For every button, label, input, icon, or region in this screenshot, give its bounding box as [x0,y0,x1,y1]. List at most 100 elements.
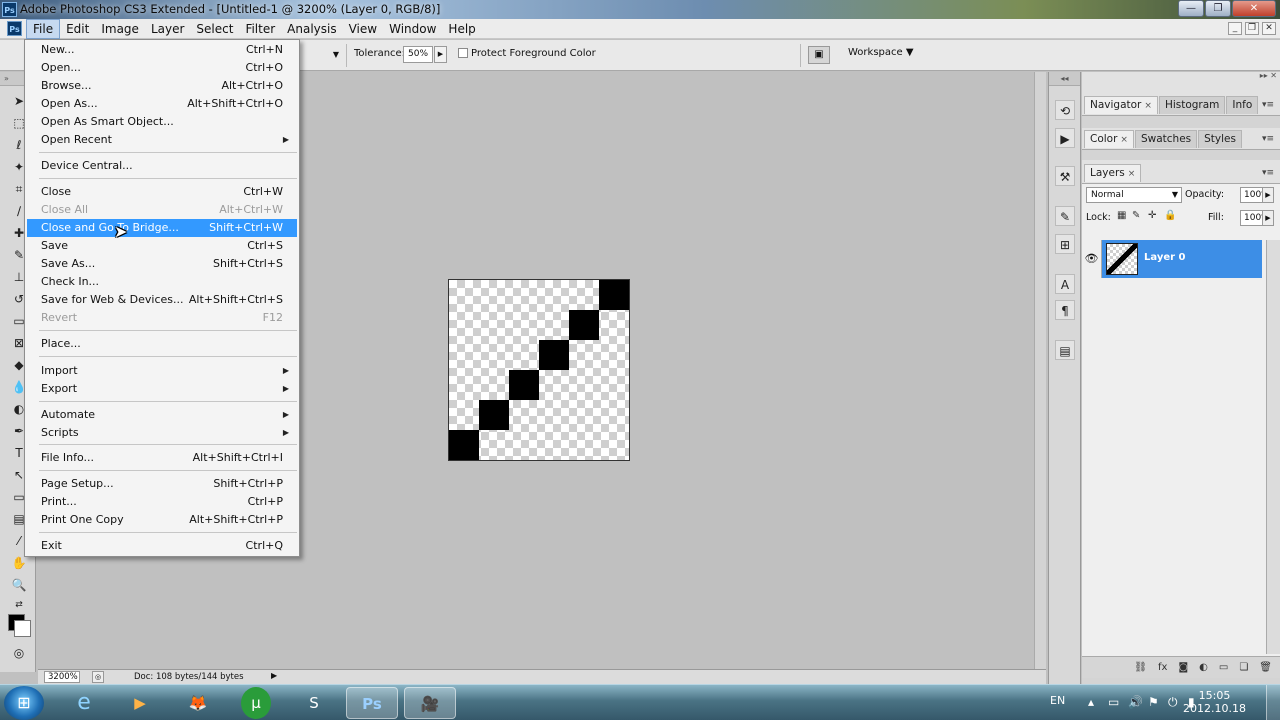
restore-button[interactable]: ❐ [1205,0,1231,17]
gimp-icon[interactable]: 🦊 [172,687,224,719]
menu-item-file-info[interactable]: File Info... Alt+Shift+Ctrl+I [27,449,297,467]
volume-icon[interactable]: 🔊 [1128,695,1143,709]
zoom-tool-icon[interactable]: 🔍 [10,576,28,594]
doc-close-icon[interactable]: ✕ [1262,22,1276,35]
menu-item-import[interactable]: Import ▶ [27,362,297,380]
panel-menu-icon[interactable]: ▾≡ [1262,168,1274,178]
menu-item-device-central[interactable]: Device Central... [27,157,297,175]
flag-icon[interactable]: ⚑ [1148,695,1159,709]
menu-edit[interactable]: Edit [60,19,95,39]
swap-colors-icon[interactable]: ⇄ [10,596,28,614]
show-desktop-button[interactable] [1266,685,1280,720]
adjustment-layer-icon[interactable]: ◐ [1199,662,1208,673]
tab-histogram[interactable]: Histogram [1158,96,1226,114]
close-button[interactable]: ✕ [1232,0,1276,17]
start-button[interactable]: ⊞ [4,686,44,720]
workspace-menu[interactable]: Workspace ▼ [848,47,914,58]
layer-name[interactable]: Layer 0 [1144,252,1185,263]
menu-item-new[interactable]: New... Ctrl+N [27,41,297,59]
power-icon[interactable]: ⏻ [1168,695,1178,710]
menu-item-save-for-web[interactable]: Save for Web & Devices... Alt+Shift+Ctrl+… [27,291,297,309]
delete-layer-icon[interactable]: 🗑 [1259,662,1272,673]
menu-item-scripts[interactable]: Scripts ▶ [27,424,297,442]
menu-item-check-in[interactable]: Check In... [27,273,297,291]
lock-position-icon[interactable]: ✛ [1148,210,1156,221]
menu-item-print-one-copy[interactable]: Print One Copy Alt+Shift+Ctrl+P [27,511,297,529]
lock-image-icon[interactable]: ✎ [1132,210,1140,221]
menu-layer[interactable]: Layer [145,19,190,39]
layer-thumbnail[interactable] [1106,243,1138,275]
tolerance-input[interactable]: 50% [403,46,433,63]
tab-navigator[interactable]: Navigator × [1084,96,1158,114]
clone-source-icon[interactable]: ⊞ [1055,234,1075,254]
layer-comps-icon[interactable]: ▤ [1055,340,1075,360]
menu-window[interactable]: Window [383,19,442,39]
bridge-icon[interactable]: ▣ [808,46,830,64]
network-tray-icon[interactable]: ▭ [1108,695,1119,709]
menu-item-print[interactable]: Print... Ctrl+P [27,493,297,511]
menu-item-page-setup[interactable]: Page Setup... Shift+Ctrl+P [27,475,297,493]
internet-explorer-icon[interactable]: e [58,687,110,719]
lock-transparency-icon[interactable]: ▦ [1117,210,1126,221]
zoom-level-input[interactable]: 3200% [44,671,80,683]
layer-style-icon[interactable]: fx [1158,662,1167,673]
opacity-slider-button[interactable]: ▶ [1262,187,1274,203]
strip-grip[interactable]: ◂◂ [1049,72,1080,86]
minimize-button[interactable]: — [1178,0,1204,17]
menu-help[interactable]: Help [442,19,481,39]
menu-image[interactable]: Image [95,19,145,39]
canvas-scrollbar[interactable] [1034,72,1046,669]
fill-slider-button[interactable]: ▶ [1262,210,1274,226]
tab-swatches[interactable]: Swatches [1134,130,1198,148]
doc-restore-icon[interactable]: ❐ [1245,22,1259,35]
menu-item-place[interactable]: Place... [27,335,297,353]
background-color-swatch[interactable] [14,620,31,637]
tab-info[interactable]: Info [1226,96,1259,114]
menu-item-open-as[interactable]: Open As... Alt+Shift+Ctrl+O [27,95,297,113]
utorrent-icon[interactable]: µ [241,687,271,719]
actions-panel-icon[interactable]: ▶ [1055,128,1075,148]
language-indicator[interactable]: EN [1050,694,1065,707]
menu-item-save[interactable]: Save Ctrl+S [27,237,297,255]
doc-minimize-icon[interactable]: _ [1228,22,1242,35]
tab-layers[interactable]: Layers × [1084,164,1142,182]
skype-icon[interactable]: S [288,687,340,719]
tab-close-icon[interactable]: × [1144,101,1152,111]
menu-file[interactable]: File [26,19,61,39]
tab-close-icon[interactable]: × [1120,135,1128,145]
menu-item-browse[interactable]: Browse... Alt+Ctrl+O [27,77,297,95]
menu-item-open[interactable]: Open... Ctrl+O [27,59,297,77]
tab-color[interactable]: Color × [1084,130,1134,148]
tab-styles[interactable]: Styles [1198,130,1242,148]
camtasia-taskbar-button[interactable]: 🎥 [404,687,456,719]
photoshop-taskbar-button[interactable]: Ps [346,687,398,719]
document-icon[interactable]: Ps [7,21,22,36]
status-menu-arrow-icon[interactable]: ▶ [271,671,277,680]
paragraph-panel-icon[interactable]: ¶ [1055,300,1075,320]
lock-all-icon[interactable]: 🔒 [1164,210,1176,221]
panel-collapse-icon[interactable]: ▸▸ ✕ [1260,71,1277,80]
layers-scrollbar[interactable] [1266,240,1280,654]
panel-menu-icon[interactable]: ▾≡ [1262,134,1274,144]
menu-item-exit[interactable]: Exit Ctrl+Q [27,537,297,555]
visibility-eye-icon[interactable]: 👁 [1082,240,1102,278]
new-group-icon[interactable]: ▭ [1219,662,1228,673]
menu-item-close[interactable]: Close Ctrl+W [27,183,297,201]
character-panel-icon[interactable]: A [1055,274,1075,294]
menu-item-close-all[interactable]: Close All Alt+Ctrl+W [27,201,297,219]
menu-item-export[interactable]: Export ▶ [27,380,297,398]
menu-item-automate[interactable]: Automate ▶ [27,406,297,424]
menu-view[interactable]: View [343,19,383,39]
menu-item-open-recent[interactable]: Open Recent ▶ [27,131,297,149]
clock[interactable]: 15:05 2012.10.18 [1183,689,1246,715]
protect-foreground-checkbox[interactable] [458,48,468,58]
menu-select[interactable]: Select [190,19,239,39]
new-layer-icon[interactable]: ❏ [1239,662,1248,673]
menu-item-close-and-go-to-bridge[interactable]: Close and Go To Bridge... Shift+Ctrl+W [27,219,297,237]
blend-mode-select[interactable]: Normal ▼ [1086,187,1182,203]
document-canvas[interactable] [448,279,630,461]
tray-arrow-icon[interactable]: ▴ [1088,695,1094,709]
zoom-preview-icon[interactable]: ◎ [92,671,104,683]
media-player-icon[interactable]: ▶ [114,687,166,719]
tool-presets-icon[interactable]: ⚒ [1055,166,1075,186]
